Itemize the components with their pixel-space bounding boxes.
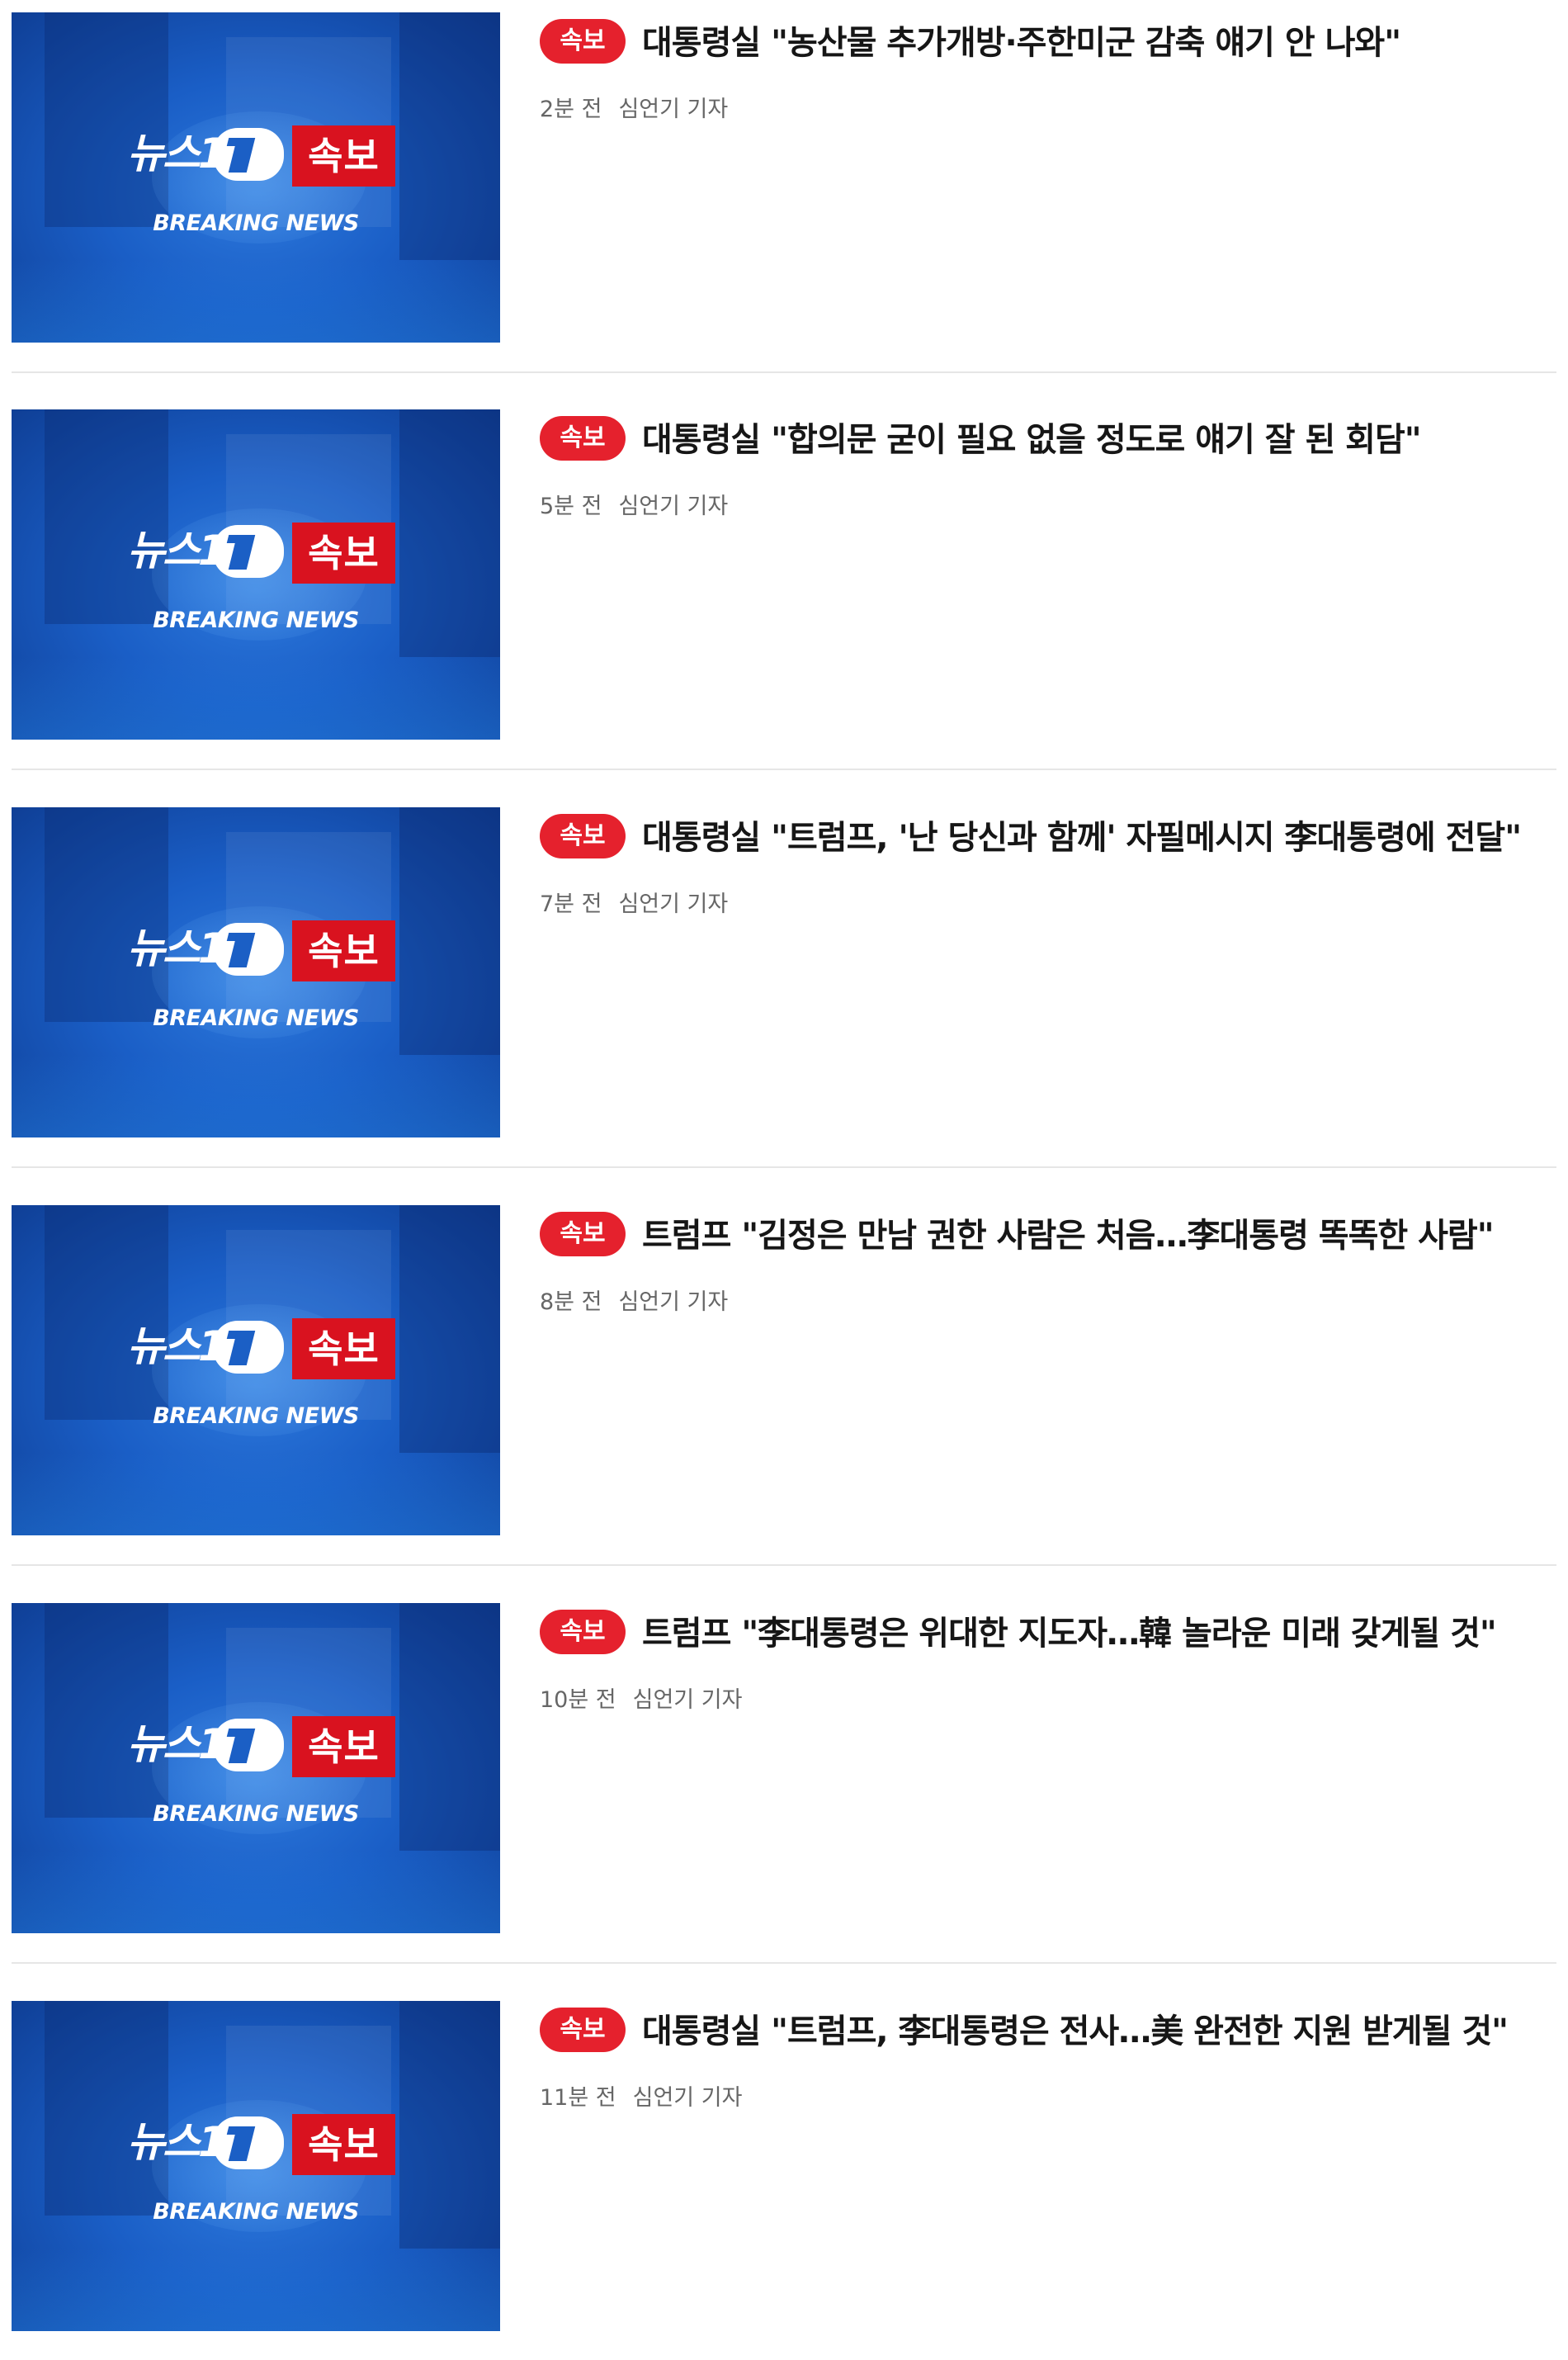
list-item[interactable]: 뉴스1 속보 BREAKING NEWS 속보 트럼프 "김정은 만남 권한 사람… — [12, 1193, 1556, 1566]
news1-logo: 뉴스1 속보 — [127, 523, 399, 584]
article-meta: 2분 전 심언기 기자 — [540, 91, 1556, 123]
breaking-badge: 속보 — [540, 1610, 626, 1654]
logo-one-icon — [213, 1719, 284, 1771]
article-headline[interactable]: 속보 대통령실 "농산물 추가개방·주한미군 감축 얘기 안 나와" — [540, 17, 1556, 69]
headline-text[interactable]: 대통령실 "합의문 굳이 필요 없을 정도로 얘기 잘 된 회담" — [642, 421, 1422, 459]
article-headline[interactable]: 속보 트럼프 "김정은 만남 권한 사람은 처음…李대통령 똑똑한 사람" — [540, 1209, 1556, 1262]
logo-badge: 속보 — [292, 1318, 395, 1379]
logo-badge: 속보 — [292, 125, 395, 187]
article-meta: 8분 전 심언기 기자 — [540, 1284, 1556, 1316]
list-item[interactable]: 뉴스1 속보 BREAKING NEWS 속보 트럼프 "李대통령은 위대한 지도… — [12, 1591, 1556, 1964]
breaking-news-caption: BREAKING NEWS — [153, 2199, 359, 2225]
article-time: 10분 전 — [540, 1687, 616, 1713]
breaking-badge: 속보 — [540, 1212, 626, 1256]
article-headline[interactable]: 속보 대통령실 "트럼프, '난 당신과 함께' 자필메시지 李대통령에 전달" — [540, 811, 1556, 864]
logo-one-icon — [213, 2116, 284, 2169]
logo-one-icon — [213, 1321, 284, 1374]
list-item[interactable]: 뉴스1 속보 BREAKING NEWS 속보 대통령실 "트럼프, 李대통령은 … — [12, 1989, 1556, 2360]
article-content: 속보 대통령실 "합의문 굳이 필요 없을 정도로 얘기 잘 된 회담" 5분 전… — [540, 414, 1556, 520]
logo-text: 뉴스1 — [127, 925, 227, 972]
logo-text: 뉴스1 — [127, 1322, 227, 1370]
logo-one-icon — [213, 525, 284, 578]
article-thumbnail[interactable]: 뉴스1 속보 BREAKING NEWS — [12, 12, 500, 343]
breaking-badge: 속보 — [540, 19, 626, 64]
article-content: 속보 대통령실 "농산물 추가개방·주한미군 감축 얘기 안 나와" 2분 전 심언… — [540, 17, 1556, 123]
logo-text: 뉴스1 — [127, 1720, 227, 1768]
logo-badge: 속보 — [292, 523, 395, 584]
article-time: 11분 전 — [540, 2085, 616, 2111]
news1-logo: 뉴스1 속보 — [127, 2114, 399, 2175]
article-reporter: 심언기 기자 — [618, 494, 729, 519]
headline-text[interactable]: 대통령실 "트럼프, '난 당신과 함께' 자필메시지 李대통령에 전달" — [642, 819, 1522, 857]
headline-text[interactable]: 대통령실 "트럼프, 李대통령은 전사…美 완전한 지원 받게될 것" — [642, 2012, 1509, 2050]
article-time: 8분 전 — [540, 1289, 602, 1315]
article-reporter: 심언기 기자 — [618, 97, 729, 122]
breaking-news-caption: BREAKING NEWS — [153, 210, 359, 236]
article-headline[interactable]: 속보 대통령실 "합의문 굳이 필요 없을 정도로 얘기 잘 된 회담" — [540, 414, 1556, 466]
article-content: 속보 트럼프 "李대통령은 위대한 지도자…韓 놀라운 미래 갖게될 것" 10분… — [540, 1607, 1556, 1714]
breaking-badge: 속보 — [540, 814, 626, 858]
article-headline[interactable]: 속보 대통령실 "트럼프, 李대통령은 전사…美 완전한 지원 받게될 것" — [540, 2005, 1556, 2058]
list-item[interactable]: 뉴스1 속보 BREAKING NEWS 속보 대통령실 "농산물 추가개방·주한… — [12, 0, 1556, 373]
article-thumbnail[interactable]: 뉴스1 속보 BREAKING NEWS — [12, 2001, 500, 2331]
headline-text[interactable]: 트럼프 "李대통령은 위대한 지도자…韓 놀라운 미래 갖게될 것" — [642, 1615, 1497, 1653]
breaking-news-caption: BREAKING NEWS — [153, 1403, 359, 1429]
article-time: 7분 전 — [540, 892, 602, 917]
breaking-news-caption: BREAKING NEWS — [153, 1005, 359, 1031]
article-content: 속보 대통령실 "트럼프, '난 당신과 함께' 자필메시지 李대통령에 전달" … — [540, 811, 1556, 918]
list-item[interactable]: 뉴스1 속보 BREAKING NEWS 속보 대통령실 "트럼프, '난 당신과… — [12, 795, 1556, 1168]
breaking-news-caption: BREAKING NEWS — [153, 608, 359, 633]
article-meta: 7분 전 심언기 기자 — [540, 886, 1556, 918]
article-headline[interactable]: 속보 트럼프 "李대통령은 위대한 지도자…韓 놀라운 미래 갖게될 것" — [540, 1607, 1556, 1660]
logo-text: 뉴스1 — [127, 527, 227, 575]
news1-logo: 뉴스1 속보 — [127, 920, 399, 981]
logo-badge: 속보 — [292, 1716, 395, 1777]
news1-logo: 뉴스1 속보 — [127, 1318, 399, 1379]
article-reporter: 심언기 기자 — [618, 1289, 729, 1315]
logo-badge: 속보 — [292, 920, 395, 981]
logo-text: 뉴스1 — [127, 2118, 227, 2166]
logo-badge: 속보 — [292, 2114, 395, 2175]
article-time: 5분 전 — [540, 494, 602, 519]
article-time: 2분 전 — [540, 97, 602, 122]
article-reporter: 심언기 기자 — [632, 2085, 743, 2111]
article-reporter: 심언기 기자 — [632, 1687, 743, 1713]
headline-text[interactable]: 대통령실 "농산물 추가개방·주한미군 감축 얘기 안 나와" — [642, 24, 1401, 62]
list-item[interactable]: 뉴스1 속보 BREAKING NEWS 속보 대통령실 "합의문 굳이 필요 없… — [12, 397, 1556, 770]
article-content: 속보 대통령실 "트럼프, 李대통령은 전사…美 완전한 지원 받게될 것" 11… — [540, 2005, 1556, 2112]
logo-one-icon — [213, 128, 284, 181]
article-reporter: 심언기 기자 — [618, 892, 729, 917]
news-list: 뉴스1 속보 BREAKING NEWS 속보 대통령실 "농산물 추가개방·주한… — [0, 0, 1568, 2331]
logo-one-icon — [213, 923, 284, 976]
article-thumbnail[interactable]: 뉴스1 속보 BREAKING NEWS — [12, 1603, 500, 1933]
article-thumbnail[interactable]: 뉴스1 속보 BREAKING NEWS — [12, 409, 500, 740]
breaking-badge: 속보 — [540, 416, 626, 461]
article-content: 속보 트럼프 "김정은 만남 권한 사람은 처음…李대통령 똑똑한 사람" 8분 … — [540, 1209, 1556, 1316]
breaking-badge: 속보 — [540, 2008, 626, 2052]
article-meta: 5분 전 심언기 기자 — [540, 488, 1556, 520]
headline-text[interactable]: 트럼프 "김정은 만남 권한 사람은 처음…李대통령 똑똑한 사람" — [642, 1217, 1495, 1255]
article-thumbnail[interactable]: 뉴스1 속보 BREAKING NEWS — [12, 807, 500, 1137]
news1-logo: 뉴스1 속보 — [127, 125, 399, 187]
breaking-news-caption: BREAKING NEWS — [153, 1801, 359, 1827]
news1-logo: 뉴스1 속보 — [127, 1716, 399, 1777]
article-meta: 10분 전 심언기 기자 — [540, 1681, 1556, 1714]
article-thumbnail[interactable]: 뉴스1 속보 BREAKING NEWS — [12, 1205, 500, 1535]
article-meta: 11분 전 심언기 기자 — [540, 2079, 1556, 2112]
logo-text: 뉴스1 — [127, 130, 227, 177]
